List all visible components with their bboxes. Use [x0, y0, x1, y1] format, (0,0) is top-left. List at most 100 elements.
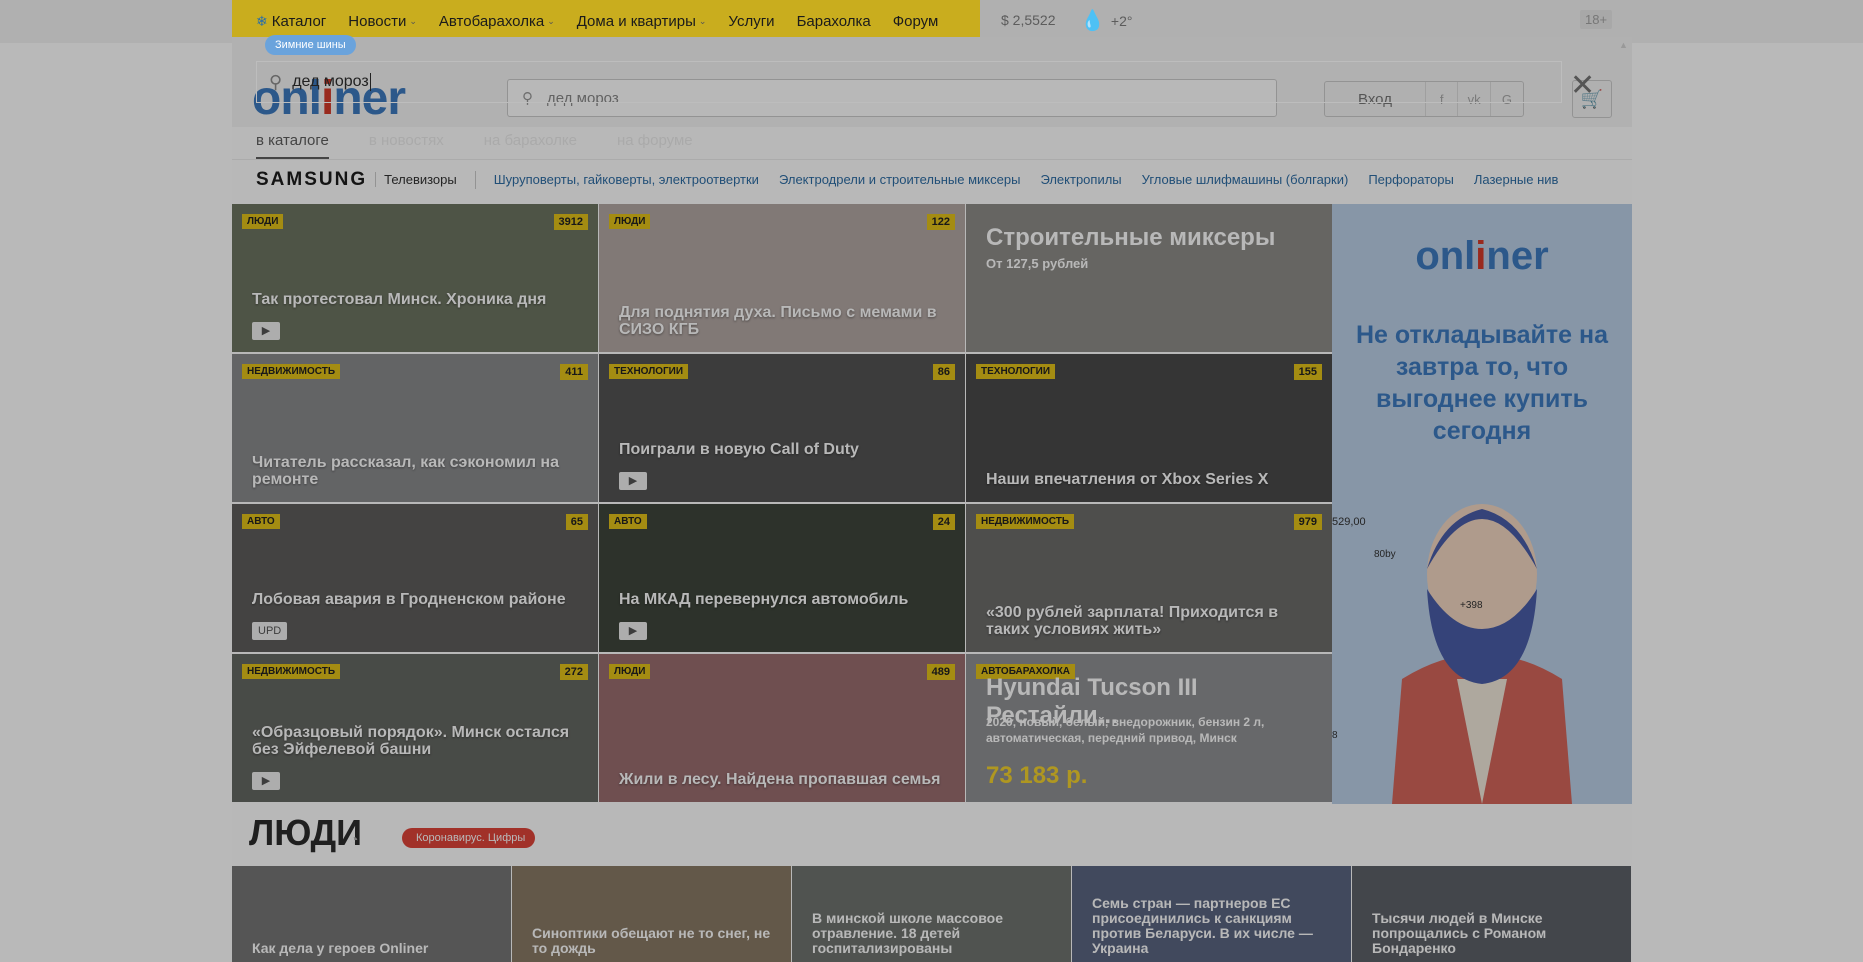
comment-count[interactable]: 979 — [1293, 514, 1322, 530]
category-badge[interactable]: Технологии — [609, 364, 689, 379]
news-tile[interactable]: Технологии 86 Поиграли в новую Call of Dut… — [599, 354, 965, 502]
news-title[interactable]: Для поднятия духа. Письмо с мемами в СИЗ… — [619, 304, 945, 338]
section-news-title[interactable]: Семь стран — партнеров ЕС присоединились… — [1092, 896, 1341, 956]
covid-chip[interactable]: Коронавирус. Цифры — [402, 828, 536, 848]
text-cursor — [369, 73, 371, 91]
category-badge[interactable]: Люди — [609, 214, 651, 229]
comment-count[interactable]: 122 — [926, 214, 955, 230]
news-title[interactable]: «300 рублей зарплата! Приходится в таких… — [986, 604, 1312, 638]
video-icon: ▶ — [619, 622, 647, 640]
news-title[interactable]: Так протестовал Минск. Хроника дня — [252, 291, 578, 308]
comment-count[interactable]: 411 — [560, 364, 588, 380]
news-title[interactable]: Лобовая авария в Гродненском районе — [252, 591, 578, 608]
weather[interactable]: 💧 +2° — [1080, 8, 1132, 33]
samsung-logo[interactable]: SAMSUNG — [256, 169, 367, 191]
currency-rate[interactable]: $ 2,5522 — [1001, 12, 1056, 28]
strip-link[interactable]: Лазерные нив — [1474, 172, 1559, 187]
comment-count[interactable]: 272 — [559, 664, 588, 680]
strip-brand-category[interactable]: Телевизоры — [375, 172, 457, 187]
news-tile[interactable]: Люди 3912 Так протестовал Минск. Хроника д… — [232, 204, 598, 352]
promo-subtitle: От 127,5 рублей — [986, 256, 1089, 271]
comment-count[interactable]: 24 — [932, 514, 955, 530]
section-title[interactable]: ЛЮДИ — [249, 812, 362, 854]
nav-flea-market[interactable]: Барахолка — [797, 13, 871, 30]
nav-news[interactable]: Новости ⌄ — [348, 13, 417, 30]
section-news-tile[interactable]: Тысячи людей в Минске попрощались с Рома… — [1352, 866, 1631, 962]
nav-realty[interactable]: Дома и квартиры ⌄ — [577, 13, 707, 30]
strip-link[interactable]: Электропилы — [1040, 172, 1121, 187]
category-badge[interactable]: Недвижимость — [242, 364, 341, 379]
ad-note: 8 — [1332, 730, 1338, 741]
ad-note: 529,00 — [1332, 516, 1366, 528]
news-tile[interactable]: Авто 24 На МКАД перевернулся автомобиль ▶ — [599, 504, 965, 652]
comment-count[interactable]: 3912 — [553, 214, 588, 230]
section-news-tile[interactable]: Семь стран — партнеров ЕС присоединились… — [1072, 866, 1351, 962]
close-icon[interactable]: ✕ — [1570, 71, 1595, 101]
search-hint-badge[interactable]: Зимние шины — [265, 35, 356, 55]
banner-ad[interactable]: onliner Не откладывайте на завтра то, чт… — [1332, 204, 1632, 804]
video-icon: ▶ — [252, 322, 280, 340]
news-tile[interactable]: Недвижимость 272 «Образцовый порядок». Мин… — [232, 654, 598, 802]
news-tile[interactable]: Люди 489 Жили в лесу. Найдена пропавшая се… — [599, 654, 965, 802]
catalog-strip: SAMSUNG Телевизоры Шуруповерты, гайковер… — [232, 159, 1632, 199]
tab-news[interactable]: в новостях — [369, 132, 444, 159]
category-badge[interactable]: Недвижимость — [976, 514, 1075, 529]
news-title[interactable]: На МКАД перевернулся автомобиль — [619, 591, 945, 608]
news-tile[interactable]: Недвижимость 979 «300 рублей зарплата! При… — [966, 504, 1332, 652]
news-title[interactable]: Поиграли в новую Call of Duty — [619, 441, 945, 458]
upd-badge: UPD — [252, 622, 288, 640]
tab-catalog[interactable]: в каталоге — [256, 132, 329, 159]
news-tile[interactable]: Строительные миксеры От 127,5 рублей — [966, 204, 1332, 352]
comment-count[interactable]: 489 — [926, 664, 955, 680]
chevron-down-icon: ⌄ — [698, 16, 707, 26]
search-overlay-panel: onliner ⚲ дед мороз Вход f vk G 🛒 SAMSUNG… — [232, 37, 1632, 962]
section-news-tile[interactable]: Как дела у героев Onliner — [232, 866, 511, 962]
section-news-tile[interactable]: В минской школе массовое отравление. 18 … — [792, 866, 1071, 962]
promo-title[interactable]: Строительные миксеры — [986, 224, 1275, 252]
section-news-title[interactable]: Тысячи людей в Минске попрощались с Рома… — [1372, 911, 1621, 956]
comment-count[interactable]: 65 — [565, 514, 588, 530]
scroll-up-icon[interactable]: ▲ — [1619, 40, 1628, 50]
news-tile[interactable]: Авто 65 Лобовая авария в Гродненском район… — [232, 504, 598, 652]
santa-illustration — [1392, 504, 1572, 804]
strip-link[interactable]: Электродрели и строительные миксеры — [779, 172, 1020, 187]
rss-icon[interactable]: ◔ — [350, 831, 358, 847]
nav-auto[interactable]: Автобарахолка ⌄ — [439, 13, 555, 30]
category-badge[interactable]: Технологии — [976, 364, 1056, 379]
age-badge: 18+ — [1580, 10, 1613, 29]
strip-link[interactable]: Шуруповерты, гайковерты, электроотвертки — [494, 172, 759, 187]
news-tile[interactable]: Недвижимость 411 Читатель рассказал, как с… — [232, 354, 598, 502]
category-badge[interactable]: Люди — [242, 214, 284, 229]
tab-flea-market[interactable]: на барахолке — [484, 132, 577, 159]
car-price[interactable]: 73 183 р. — [986, 762, 1087, 790]
chevron-down-icon: ⌄ — [409, 16, 417, 26]
video-icon: ▶ — [252, 772, 280, 790]
nav-services[interactable]: Услуги — [728, 13, 774, 30]
news-tile[interactable]: Технологии 155 Наши впечатления от Xbox Se… — [966, 354, 1332, 502]
section-news-row: Как дела у героев Onliner Синоптики обеща… — [232, 866, 1632, 962]
news-title[interactable]: Читатель рассказал, как сэкономил на рем… — [252, 454, 578, 488]
nav-forum[interactable]: Форум — [893, 13, 939, 30]
section-news-title[interactable]: В минской школе массовое отравление. 18 … — [812, 911, 1061, 956]
strip-link[interactable]: Угловые шлифмашины (болгарки) — [1142, 172, 1349, 187]
news-title[interactable]: «Образцовый порядок». Минск остался без … — [252, 724, 578, 758]
search-input[interactable]: ⚲ дед мороз — [256, 61, 1562, 103]
comment-count[interactable]: 86 — [932, 364, 955, 380]
category-badge[interactable]: Люди — [609, 664, 651, 679]
strip-link[interactable]: Перфораторы — [1368, 172, 1454, 187]
news-tile[interactable]: Автобарахолка Hyundai Tucson III Рестайли… — [966, 654, 1332, 802]
section-news-title[interactable]: Синоптики обещают не то снег, не то дожд… — [532, 926, 781, 956]
news-title[interactable]: Наши впечатления от Xbox Series X — [986, 471, 1312, 488]
news-tile[interactable]: Люди 122 Для поднятия духа. Письмо с мемам… — [599, 204, 965, 352]
news-grid: Люди 3912 Так протестовал Минск. Хроника д… — [232, 204, 1332, 804]
comment-count[interactable]: 155 — [1293, 364, 1322, 380]
section-news-tile[interactable]: Синоптики обещают не то снег, не то дожд… — [512, 866, 791, 962]
nav-catalog[interactable]: ❄ Каталог — [256, 13, 326, 30]
news-title[interactable]: Жили в лесу. Найдена пропавшая семья — [619, 771, 945, 788]
section-news-title[interactable]: Как дела у героев Onliner — [252, 941, 501, 956]
category-badge[interactable]: Авто — [242, 514, 280, 529]
category-badge[interactable]: Недвижимость — [242, 664, 341, 679]
section-header: ЛЮДИ ◔ Коронавирус. Цифры — [232, 804, 1632, 866]
tab-forum[interactable]: на форуме — [617, 132, 693, 159]
category-badge[interactable]: Авто — [609, 514, 647, 529]
